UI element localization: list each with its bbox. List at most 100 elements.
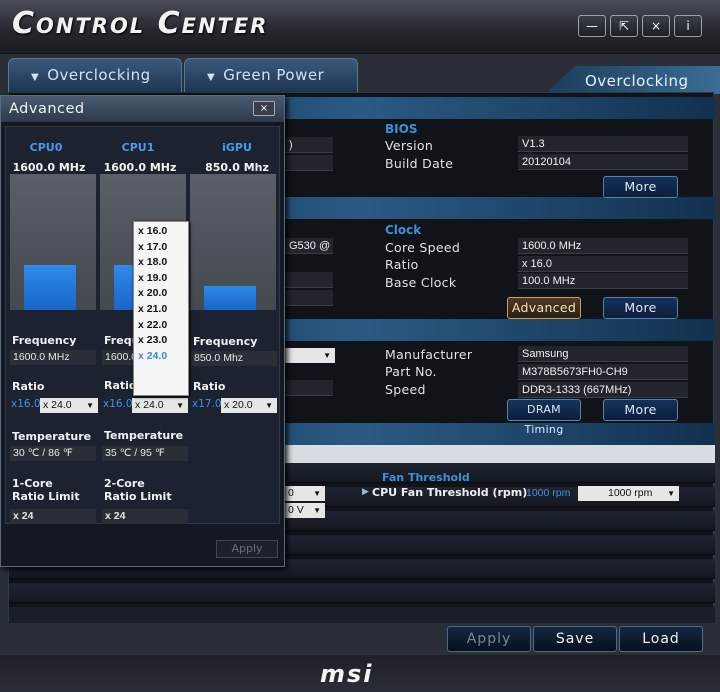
manufacturer-value: Samsung: [518, 346, 688, 362]
igpu-frequency-value: 850.0 Mhz: [191, 351, 277, 366]
chevron-down-icon: ▼: [86, 401, 94, 410]
triangle-down-icon: ▼: [31, 72, 40, 83]
advanced-dialog-title: Advanced: [9, 101, 85, 117]
core-speed-label: Core Speed: [385, 240, 461, 255]
triangle-down-icon: ▼: [207, 72, 216, 83]
info-button[interactable]: i: [674, 15, 702, 37]
cpu1-temperature-value: 35 ℃ / 95 ℉: [102, 446, 188, 461]
igpu-usage-fill: [204, 285, 256, 310]
cpu0-frequency-label: Frequency: [12, 334, 77, 347]
bios-left-value: ): [285, 137, 333, 153]
apply-button[interactable]: Apply: [447, 626, 531, 652]
fan-left-select-2-value: 0 V: [288, 504, 304, 516]
fan-left-select-1-value: 0: [288, 487, 294, 499]
load-button[interactable]: Load: [619, 626, 703, 652]
igpu-usage-meter: [190, 174, 276, 310]
advanced-apply-button[interactable]: Apply: [216, 540, 278, 558]
list-row: [9, 607, 715, 623]
fan-left-select-2[interactable]: 0 V ▼: [285, 503, 325, 518]
ratio-option[interactable]: x 16.0: [138, 224, 186, 240]
memory-speed-label: Speed: [385, 382, 426, 397]
cpu0-temperature-value: 30 ℃ / 86 ℉: [10, 446, 96, 461]
dram-timing-button[interactable]: DRAM Timing: [507, 399, 581, 436]
cpu1-ratio-select-value: x 24.0: [135, 399, 164, 411]
cpu1-limit-label-2: Ratio Limit: [104, 490, 172, 503]
cpu1-temperature-label: Temperature: [104, 429, 184, 442]
cpu0-limit-label-2: Ratio Limit: [12, 490, 80, 503]
ratio-dropdown-list: x 16.0 x 17.0 x 18.0 x 19.0 x 20.0 x 21.0 x 22…: [133, 221, 189, 396]
igpu-frequency-label: Frequency: [193, 335, 258, 348]
tab-green-power[interactable]: ▼ Green Power: [184, 58, 358, 92]
bios-version-value: V1.3: [518, 136, 688, 152]
memory-speed-value: DDR3-1333 (667MHz): [518, 382, 688, 398]
ratio-option[interactable]: x 20.0: [138, 286, 186, 302]
maximize-button[interactable]: ⇱: [610, 15, 638, 37]
fan-threshold-title: Fan Threshold: [382, 471, 470, 484]
cpu1-header: CPU1: [121, 141, 155, 154]
cpu1-ratio-select[interactable]: x 24.0 ▼: [132, 398, 188, 413]
base-clock-value: 100.0 MHz: [518, 273, 688, 289]
app-title: Control Center: [12, 6, 269, 41]
bios-version-label: Version: [385, 138, 434, 153]
bios-left-value: [285, 155, 333, 171]
chevron-down-icon: ▼: [313, 506, 321, 515]
cpu0-limit-label-1: 1-Core: [12, 477, 53, 490]
ratio-option[interactable]: x 24.0: [138, 349, 186, 365]
cpu1-ratio-current: x16.0: [103, 398, 133, 410]
clock-left-value: [285, 290, 333, 306]
chevron-down-icon: ▼: [323, 351, 331, 360]
ratio-option[interactable]: x 19.0: [138, 271, 186, 287]
chevron-down-icon: ▼: [265, 401, 273, 410]
fan-left-select-1[interactable]: 0 ▼: [285, 486, 325, 501]
ratio-option[interactable]: x 23.0: [138, 333, 186, 349]
tab-green-power-label: Green Power: [223, 66, 325, 84]
memory-left-select[interactable]: ▼: [285, 348, 335, 363]
advanced-close-button[interactable]: ×: [253, 101, 275, 116]
cpu1-ratio-label: Ratio: [104, 379, 137, 392]
current-section-tab: Overclocking: [545, 66, 720, 94]
clock-more-button[interactable]: More: [603, 297, 678, 319]
cpu0-ratio-select-value: x 24.0: [43, 399, 72, 411]
cpu1-limit-label-1: 2-Core: [104, 477, 145, 490]
bios-title: BIOS: [385, 122, 418, 136]
save-button[interactable]: Save: [533, 626, 617, 652]
chevron-down-icon: ▼: [313, 489, 321, 498]
igpu-ratio-select[interactable]: x 20.0 ▼: [221, 398, 277, 413]
ratio-option[interactable]: x 18.0: [138, 255, 186, 271]
core-speed-value: 1600.0 MHz: [518, 238, 688, 254]
tab-overclocking[interactable]: ▼ Overclocking: [8, 58, 182, 92]
bios-more-button[interactable]: More: [603, 176, 678, 198]
igpu-ratio-select-value: x 20.0: [224, 399, 253, 411]
bios-build-date-label: Build Date: [385, 156, 454, 171]
cpu0-ratio-current: x16.0: [11, 398, 41, 410]
cpu1-mhz: 1600.0 MHz: [103, 161, 177, 174]
cpu-fan-threshold-select[interactable]: 1000 rpm ▼: [578, 486, 679, 501]
cpu-name-value: G530 @: [285, 238, 333, 254]
clock-ratio-label: Ratio: [385, 257, 419, 272]
close-button[interactable]: ×: [642, 15, 670, 37]
igpu-mhz: 850.0 Mhz: [205, 161, 269, 174]
cpu-fan-threshold-label: CPU Fan Threshold (rpm): [372, 486, 528, 499]
cpu-fan-threshold-value: 1000 rpm: [526, 487, 571, 499]
ratio-option[interactable]: x 21.0: [138, 302, 186, 318]
cpu0-temperature-label: Temperature: [12, 430, 92, 443]
minimize-button[interactable]: —: [578, 15, 606, 37]
chevron-down-icon: ▼: [667, 489, 675, 498]
ratio-option[interactable]: x 22.0: [138, 318, 186, 334]
base-clock-label: Base Clock: [385, 275, 457, 290]
clock-ratio-value: x 16.0: [518, 256, 688, 272]
cpu1-limit-value: x 24: [102, 509, 188, 524]
cpu0-ratio-select[interactable]: x 24.0 ▼: [40, 398, 98, 413]
memory-more-button[interactable]: More: [603, 399, 678, 421]
ratio-option[interactable]: x 17.0: [138, 240, 186, 256]
part-no-label: Part No.: [385, 364, 437, 379]
bios-build-date-value: 20120104: [518, 154, 688, 170]
clock-left-value: [285, 272, 333, 288]
list-row: [9, 583, 715, 603]
advanced-button[interactable]: Advanced: [507, 297, 581, 319]
cpu0-usage-fill: [24, 265, 76, 310]
memory-left-value: [285, 380, 333, 396]
igpu-header: iGPU: [222, 141, 252, 154]
triangle-right-icon: ▶: [362, 487, 369, 497]
igpu-ratio-current: x17.0: [192, 398, 222, 410]
